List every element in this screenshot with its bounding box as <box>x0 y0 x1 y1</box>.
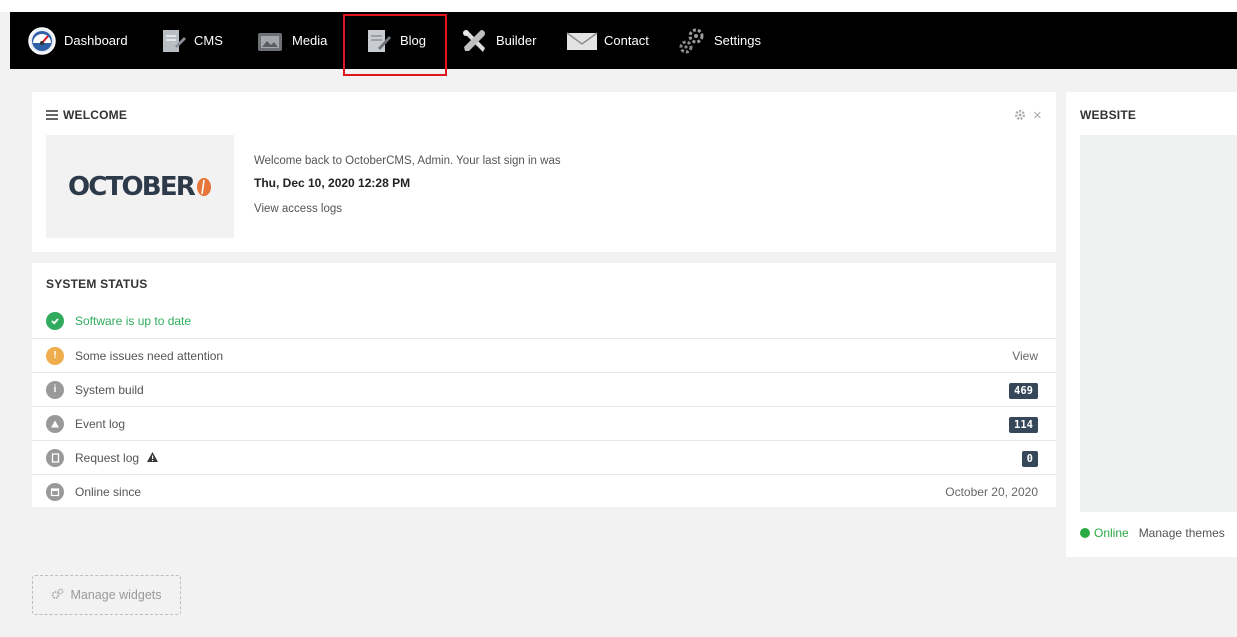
status-label: System build <box>75 382 144 397</box>
nav-item-settings[interactable]: Settings <box>676 12 761 69</box>
cms-pages-icon <box>156 25 188 57</box>
view-access-logs-link[interactable]: View access logs <box>254 199 561 219</box>
event-log-badge: 114 <box>1009 416 1038 433</box>
request-log-badge: 0 <box>1021 450 1038 467</box>
status-label: Software is up to date <box>75 314 192 328</box>
settings-gears-icon <box>676 25 708 57</box>
blog-document-icon <box>362 25 394 57</box>
system-status-widget: SYSTEM STATUS Software is up to date ! S… <box>32 263 1056 507</box>
event-log-icon <box>46 414 64 433</box>
status-row-software: Software is up to date <box>32 304 1056 338</box>
manage-widgets-label: Manage widgets <box>70 588 162 602</box>
status-label: Event log <box>75 416 126 431</box>
drag-handle-icon[interactable] <box>46 110 58 120</box>
system-status-title: SYSTEM STATUS <box>46 277 148 291</box>
welcome-widget: WELCOME × OCTOBER Welcome back to Octobe… <box>32 92 1056 252</box>
request-log-label: Request log <box>75 450 140 465</box>
logo-wordmark: OCTOBER <box>67 171 196 202</box>
website-widget: WEBSITE Online Manage themes <box>1066 92 1237 557</box>
cogs-icon <box>51 588 64 603</box>
top-strip <box>0 0 1237 12</box>
media-folder-icon <box>254 25 286 57</box>
dashboard-gauge-icon <box>26 25 58 57</box>
status-label: Some issues need attention <box>75 348 224 363</box>
nav-label: Contact <box>604 33 649 48</box>
october-logo: OCTOBER <box>46 135 234 238</box>
website-status: Online Manage themes <box>1080 526 1225 540</box>
close-icon[interactable]: × <box>1033 107 1042 124</box>
gear-icon[interactable] <box>1014 109 1026 124</box>
page: Dashboard CMS Media Blog Builder Contact… <box>0 0 1237 637</box>
leaf-icon <box>197 177 212 196</box>
check-circle-icon <box>46 312 64 330</box>
nav-label: Media <box>292 33 328 48</box>
calendar-icon <box>46 482 64 501</box>
manage-themes-link[interactable]: Manage themes <box>1139 526 1225 540</box>
nav-item-media[interactable]: Media <box>254 12 327 69</box>
website-title: WEBSITE <box>1080 108 1137 122</box>
nav-item-contact[interactable]: Contact <box>566 12 649 69</box>
status-row-event-log[interactable]: Event log 114 <box>32 406 1056 440</box>
builder-tools-icon <box>458 25 490 57</box>
logo-text: OCTOBER <box>68 172 212 202</box>
nav-item-dashboard[interactable]: Dashboard <box>26 12 128 69</box>
status-row-online-since: Online since October 20, 2020 <box>32 474 1056 508</box>
nav-label: Settings <box>714 33 761 48</box>
main-navbar: Dashboard CMS Media Blog Builder Contact… <box>10 12 1237 69</box>
website-preview[interactable] <box>1080 135 1237 512</box>
warning-circle-icon: ! <box>46 346 64 365</box>
welcome-message: Welcome back to OctoberCMS, Admin. Your … <box>254 155 561 167</box>
online-dot-icon <box>1080 528 1090 538</box>
contact-envelope-icon <box>566 25 598 57</box>
nav-item-builder[interactable]: Builder <box>458 12 536 69</box>
online-label: Online <box>1094 526 1129 540</box>
info-circle-icon: i <box>46 380 64 399</box>
status-row-build: i System build 469 <box>32 372 1056 406</box>
nav-item-blog[interactable]: Blog <box>362 12 426 69</box>
status-row-issues[interactable]: ! Some issues need attention View <box>32 338 1056 372</box>
build-badge: 469 <box>1009 382 1038 399</box>
nav-label: Blog <box>400 33 427 48</box>
nav-label: Builder <box>496 33 537 48</box>
warning-triangle-icon <box>147 451 159 462</box>
nav-item-cms[interactable]: CMS <box>156 12 223 69</box>
status-label: Online since <box>75 484 142 499</box>
view-issues-link[interactable]: View <box>1012 349 1038 363</box>
nav-label: Dashboard <box>64 33 128 48</box>
nav-label: CMS <box>194 33 223 48</box>
status-label: Request log <box>75 451 159 465</box>
status-row-request-log[interactable]: Request log 0 <box>32 440 1056 474</box>
welcome-title: WELCOME <box>63 108 128 122</box>
welcome-message-block: Welcome back to OctoberCMS, Admin. Your … <box>254 151 561 219</box>
request-log-icon <box>46 448 64 467</box>
online-since-date: October 20, 2020 <box>945 484 1038 499</box>
last-signin-date: Thu, Dec 10, 2020 12:28 PM <box>254 176 411 190</box>
manage-widgets-button[interactable]: Manage widgets <box>32 575 181 615</box>
